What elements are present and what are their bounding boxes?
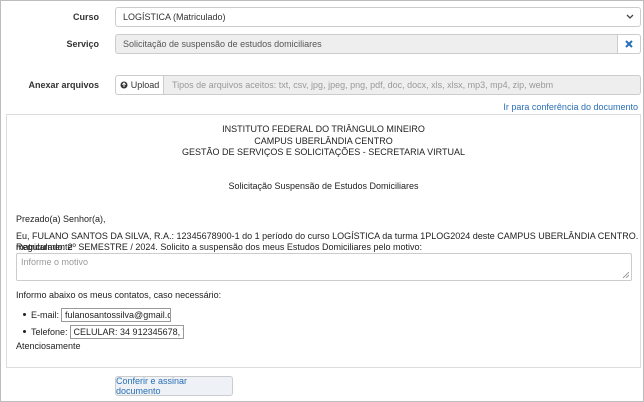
phone-field[interactable]: CELULAR: 34 912345678, WH <box>69 324 184 339</box>
curso-select[interactable]: LOGÍSTICA (Matriculado) <box>115 7 641 27</box>
upload-icon <box>120 81 128 89</box>
bullet-icon <box>23 330 26 333</box>
curso-label: Curso <box>72 12 99 22</box>
closing-text: Atenciosamente <box>16 341 81 351</box>
email-field[interactable]: fulanosantossilva@gmail.com <box>61 307 172 322</box>
document-header: INSTITUTO FEDERAL DO TRIÂNGULO MINEIRO C… <box>7 124 640 159</box>
contact-list: E-mail: fulanosantossilva@gmail.com Tele… <box>21 307 184 341</box>
conferir-assinar-button[interactable]: Conferir e assinar documento <box>115 376 233 396</box>
upload-button-label: Upload <box>130 80 160 90</box>
greeting-text: Prezado(a) Senhor(a), <box>16 214 106 224</box>
email-label: E-mail: <box>31 309 60 320</box>
chevron-down-icon <box>626 14 634 19</box>
upload-button[interactable]: Upload <box>115 75 164 95</box>
contacts-intro: Informo abaixo os meus contatos, caso ne… <box>16 290 222 300</box>
servico-value: Solicitação de suspensão de estudos domi… <box>123 39 322 49</box>
document-preview: INSTITUTO FEDERAL DO TRIÂNGULO MINEIRO C… <box>6 114 641 368</box>
ir-para-conferencia-link[interactable]: Ir para conferência do documento <box>503 102 638 112</box>
close-icon <box>625 40 633 48</box>
phone-label: Telefone: <box>31 326 68 337</box>
bullet-icon <box>23 313 26 316</box>
motivo-textarea[interactable]: Informe o motivo <box>16 253 632 281</box>
header-campus: CAMPUS UBERLÂNDIA CENTRO <box>254 135 393 146</box>
motivo-placeholder: Informe o motivo <box>21 257 89 267</box>
upload-file-field[interactable]: Tipos de arquivos aceitos: txt, csv, jpg… <box>164 75 641 95</box>
servico-field: Solicitação de suspensão de estudos domi… <box>115 34 618 54</box>
anexar-label: Anexar arquivos <box>28 80 99 90</box>
contact-phone-item: Telefone: CELULAR: 34 912345678, WH <box>21 324 184 339</box>
contact-email-item: E-mail: fulanosantossilva@gmail.com <box>21 307 184 322</box>
body-line-2: matriculado: 2º SEMESTRE / 2024. Solicit… <box>16 242 422 252</box>
resize-grip-icon[interactable] <box>623 272 629 278</box>
header-institution: INSTITUTO FEDERAL DO TRIÂNGULO MINEIRO <box>222 124 425 134</box>
header-department: GESTÃO DE SERVIÇOS E SOLICITAÇÕES - SECR… <box>182 147 465 157</box>
clear-servico-button[interactable] <box>618 34 641 54</box>
document-subject: Solicitação Suspensão de Estudos Domicil… <box>228 181 419 191</box>
curso-select-value: LOGÍSTICA (Matriculado) <box>123 12 226 22</box>
servico-label: Serviço <box>66 39 99 49</box>
